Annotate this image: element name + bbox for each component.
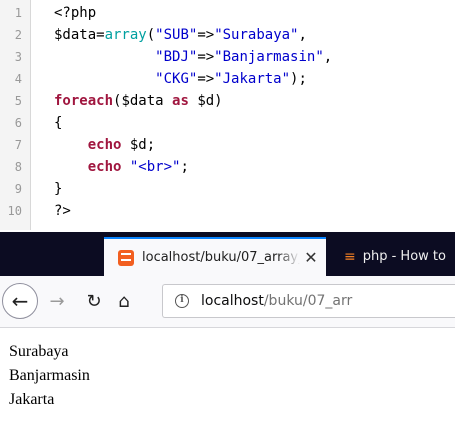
code-line: 9} [0, 178, 455, 200]
code-token: } [54, 181, 63, 197]
url-host: localhost [201, 293, 264, 309]
code-line: 4 "CKG"=>"Jakarta"); [0, 68, 455, 90]
code-text: <?php [54, 2, 96, 24]
code-line: 8 echo "<br>"; [0, 156, 455, 178]
tab-stackoverflow[interactable]: ≡ php - How to [332, 237, 455, 276]
code-token: echo [87, 137, 122, 153]
line-number: 1 [14, 6, 22, 20]
page-content: Surabaya Banjarmasin Jakarta [0, 328, 455, 423]
line-number: 6 [14, 116, 22, 130]
code-text: } [54, 178, 62, 200]
home-icon: ⌂ [118, 290, 130, 312]
inactive-tab-title: php - How to [362, 249, 446, 264]
code-token: $d; [121, 137, 156, 153]
code-token: ; [180, 159, 189, 175]
arrow-left-icon: ← [11, 289, 29, 313]
stackoverflow-icon: ≡ [344, 248, 356, 265]
code-line: 2 $data=array("SUB"=>"Surabaya", [0, 24, 455, 46]
code-token: , [323, 49, 333, 65]
code-token: <?php [54, 5, 97, 21]
arrow-right-icon: → [49, 290, 65, 312]
code-editor[interactable]: 1 <?php 2 $data=array("SUB"=>"Surabaya", 3 "… [0, 0, 455, 230]
url-bar[interactable]: i localhost/buku/07_arr [162, 284, 455, 318]
code-token: ); [290, 71, 307, 87]
page-text-line: Surabaya [9, 343, 69, 360]
line-number: 8 [14, 160, 22, 174]
code-token: "SUB" [155, 27, 198, 43]
code-token: "Surabaya" [214, 27, 299, 43]
tab-bar: localhost/buku/07_array_foreac ✕ ≡ php -… [0, 232, 455, 276]
code-token: ($data [113, 93, 173, 109]
code-line: 6{ [0, 112, 455, 134]
home-button[interactable]: ⌂ [110, 287, 138, 315]
code-token: array [104, 27, 147, 43]
xampp-favicon-icon [118, 249, 134, 266]
code-text: foreach($data as $d) [54, 90, 223, 112]
code-token: "BDJ" [155, 49, 198, 65]
code-text: echo $d; [54, 134, 155, 156]
forward-button[interactable]: → [44, 288, 70, 314]
info-icon[interactable]: i [175, 294, 189, 308]
code-token: , [298, 27, 307, 43]
code-line: 5 foreach($data as $d) [0, 90, 455, 112]
page-text-line: Banjarmasin [9, 367, 90, 384]
code-line: 10 ?> [0, 200, 455, 222]
code-text: ?> [54, 200, 71, 222]
reload-button[interactable]: ↻ [80, 287, 108, 315]
code-token: foreach [54, 93, 114, 109]
reload-icon: ↻ [86, 290, 102, 312]
close-tab-icon[interactable]: ✕ [300, 248, 322, 267]
code-token: "Jakarta" [214, 71, 291, 87]
code-token: as [172, 93, 189, 109]
code-token: { [54, 115, 63, 131]
code-token: => [197, 71, 215, 87]
code-line: 1 <?php [0, 2, 455, 24]
line-number: 10 [7, 204, 22, 218]
code-token: $d) [188, 93, 223, 109]
code-token: $data= [54, 27, 105, 43]
url-path: /buku/07_arr [263, 293, 353, 309]
code-token: ?> [54, 203, 71, 219]
code-token: ( [146, 27, 156, 43]
line-number: 7 [14, 138, 22, 152]
code-token: => [197, 27, 215, 43]
code-token: => [197, 49, 215, 65]
code-text: $data=array("SUB"=>"Surabaya", [54, 24, 307, 46]
navigation-toolbar: ← → ↻ ⌂ i localhost/buku/07_arr [0, 276, 455, 328]
code-line: 7 echo $d; [0, 134, 455, 156]
line-number: 4 [14, 72, 22, 86]
code-text: "BDJ"=>"Banjarmasin", [54, 46, 332, 68]
code-token: "<br>" [129, 159, 181, 175]
line-number: 5 [14, 94, 22, 108]
back-button[interactable]: ← [2, 283, 38, 319]
code-line: 3 "BDJ"=>"Banjarmasin", [0, 46, 455, 68]
code-text: echo "<br>"; [54, 156, 189, 178]
code-token: "Banjarmasin" [214, 49, 324, 65]
line-number: 2 [14, 28, 22, 42]
code-token: "CKG" [155, 71, 198, 87]
code-text: "CKG"=>"Jakarta"); [54, 68, 307, 90]
code-text: { [54, 112, 62, 134]
code-token: echo [87, 159, 122, 175]
line-number: 9 [14, 182, 22, 196]
browser-window: localhost/buku/07_array_foreac ✕ ≡ php -… [0, 232, 455, 423]
active-tab-title: localhost/buku/07_array_foreac [142, 250, 300, 265]
tab-active[interactable]: localhost/buku/07_array_foreac ✕ [104, 237, 326, 276]
line-number: 3 [14, 50, 22, 64]
page-text-line: Jakarta [9, 391, 55, 408]
